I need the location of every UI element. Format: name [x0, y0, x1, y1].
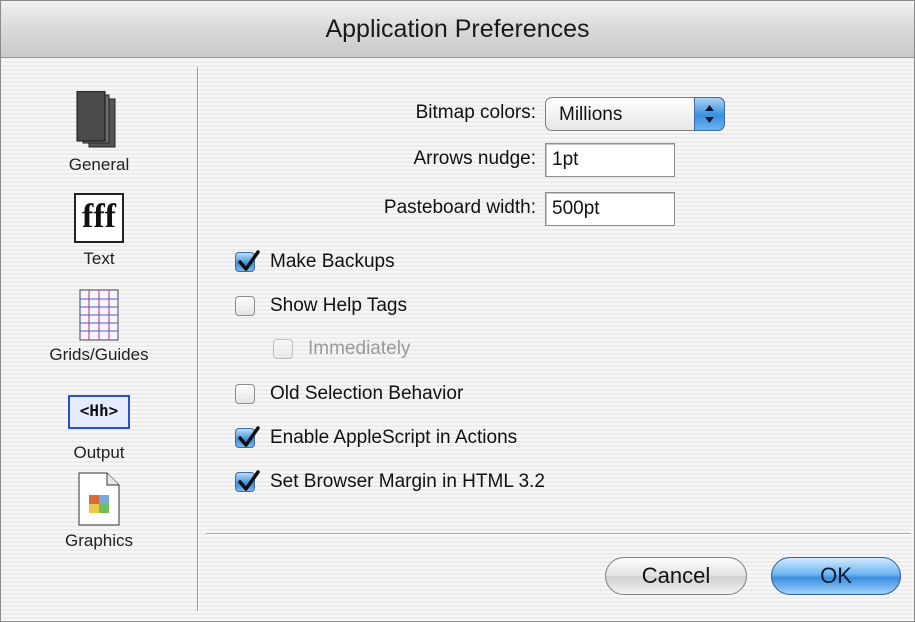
graphics-icon: [1, 471, 197, 531]
set-browser-margin-checkbox[interactable]: Set Browser Margin in HTML 3.2: [235, 467, 545, 497]
sidebar-item-label: General: [68, 155, 130, 174]
bitmap-colors-popup[interactable]: Millions: [545, 97, 725, 131]
checkbox-label: Show Help Tags: [270, 295, 407, 316]
sidebar-item-graphics[interactable]: Graphics: [1, 471, 197, 551]
sidebar-item-output[interactable]: <Hh> Output: [1, 395, 197, 463]
checkbox-unchecked-icon: [235, 296, 255, 316]
checkbox-label: Make Backups: [270, 251, 395, 272]
sidebar-item-general[interactable]: General: [1, 90, 197, 175]
checkbox-checked-icon: [235, 470, 260, 492]
output-icon: <Hh>: [68, 395, 130, 429]
enable-applescript-checkbox[interactable]: Enable AppleScript in Actions: [235, 423, 517, 453]
checkbox-unchecked-icon: [273, 339, 293, 359]
checkbox-label: Old Selection Behavior: [270, 383, 464, 404]
arrows-nudge-field[interactable]: [545, 143, 675, 177]
arrows-nudge-label: Arrows nudge:: [413, 148, 536, 169]
sidebar-item-label: Grids/Guides: [49, 345, 149, 364]
ok-button[interactable]: OK: [771, 557, 901, 595]
make-backups-checkbox[interactable]: Make Backups: [235, 247, 395, 277]
sidebar-item-label: Output: [73, 443, 125, 462]
checkbox-label: Immediately: [308, 338, 411, 359]
checkbox-label: Set Browser Margin in HTML 3.2: [270, 471, 545, 492]
preferences-window: Application Preferences General fff Text: [0, 0, 915, 622]
checkbox-checked-icon: [235, 426, 260, 448]
sidebar-item-label: Text: [83, 249, 115, 268]
sidebar-item-label: Graphics: [64, 531, 134, 550]
popup-arrows-icon: [694, 97, 725, 131]
cancel-button[interactable]: Cancel: [605, 557, 747, 595]
text-icon-glyph: fff: [82, 198, 116, 235]
window-title: Application Preferences: [1, 1, 914, 58]
checkbox-checked-icon: [235, 250, 260, 272]
vertical-divider: [197, 67, 198, 611]
bitmap-colors-value: Millions: [559, 104, 623, 125]
text-icon: fff: [74, 193, 124, 243]
horizontal-divider: [206, 533, 911, 534]
old-selection-behavior-checkbox[interactable]: Old Selection Behavior: [235, 379, 463, 409]
immediately-checkbox[interactable]: Immediately: [273, 334, 410, 364]
output-icon-glyph: <Hh>: [79, 401, 119, 420]
pasteboard-width-field[interactable]: [545, 192, 675, 226]
show-help-tags-checkbox[interactable]: Show Help Tags: [235, 291, 407, 321]
checkbox-unchecked-icon: [235, 384, 255, 404]
sidebar: General fff Text Grids/Guides <Hh> Outpu…: [1, 61, 197, 621]
pasteboard-width-label: Pasteboard width:: [383, 197, 536, 218]
general-icon: [1, 90, 197, 155]
bitmap-colors-label: Bitmap colors:: [415, 102, 536, 123]
grids-guides-icon: [1, 289, 197, 345]
sidebar-item-text[interactable]: fff Text: [1, 193, 197, 269]
sidebar-item-grids-guides[interactable]: Grids/Guides: [1, 289, 197, 365]
checkbox-label: Enable AppleScript in Actions: [270, 427, 518, 448]
